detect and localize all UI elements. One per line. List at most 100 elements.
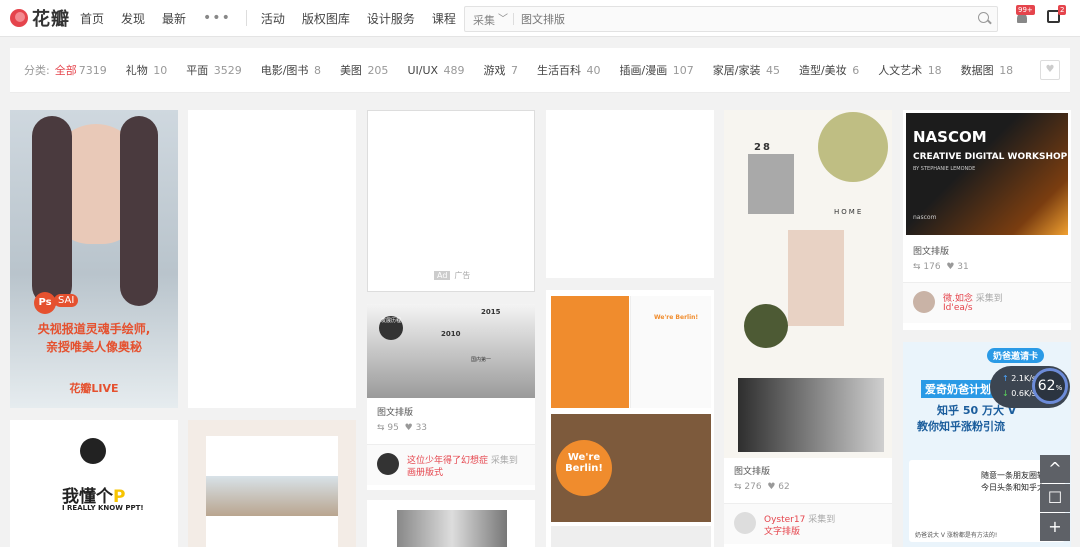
logo-text: 花瓣 [32,9,70,30]
nascom-subtitle: CREATIVE DIGITAL WORKSHOP [913,152,1068,162]
notification-badge: 99+ [1016,5,1035,15]
category-beauty[interactable]: 造型/美妆 6 [799,62,859,78]
category-culture-art[interactable]: 人文艺术 18 [878,62,942,78]
ps-tag: Ps [34,292,56,314]
category-gift[interactable]: 礼物 10 [126,62,168,78]
add-pin-button[interactable]: + [1040,513,1070,541]
beach-photo [206,476,338,516]
search-divider [513,13,514,25]
pin-user-row[interactable]: Oyster17 采集到 文字排版 [724,503,892,544]
category-photo[interactable]: 美图 205 [340,62,389,78]
message-badge: 2 [1058,5,1067,15]
nav-design-service[interactable]: 设计服务 [367,10,415,27]
repin-icon: ⇆ [734,482,742,492]
pin-board-link[interactable]: 文字排版 [764,524,800,537]
category-graphic[interactable]: 平面 3529 [186,62,242,78]
pin-title: 图文排版 [734,467,771,477]
heart-icon: ♥ [946,262,955,272]
invite-line6: 奶爸说大 V 涨粉都是有方法的! [915,532,998,539]
speed-gauge: 62% [1032,368,1068,404]
pin-board-link[interactable]: Id'ea/s [943,303,973,313]
invite-line3: 教你知乎涨粉引流 [917,420,1005,433]
favorite-icon[interactable]: ♥ [1040,60,1060,80]
chat-icon: ☐ [1047,488,1063,507]
pin-card-travel[interactable] [188,420,356,547]
pin-stats: ⇆ 95 ♥ 33 [377,423,428,433]
pin-card-timeline[interactable]: 发展历程 2015 2010 国内第一 图文排版 ⇆ 95 ♥ 33 这位少年得… [367,304,535,490]
pin-stats: ⇆ 276 ♥ 62 [734,482,790,492]
timeline-badge: 发展历程 [379,316,403,340]
invite-line1: 爱奇奶爸计划 [921,380,995,398]
pin-card-blank[interactable] [188,110,356,408]
cartoon-head [80,438,106,464]
nav-discover[interactable]: 发现 [121,10,145,27]
invite-tag: 奶爸邀请卡 [987,348,1045,363]
category-uiux[interactable]: UI/UX 489 [407,64,464,77]
category-illustration[interactable]: 插画/漫画 107 [620,62,694,78]
category-all[interactable]: 全部 7319 [55,62,107,78]
repin-icon: ⇆ [913,262,921,272]
nascom-author: BY STEPHANIE LEMONDE [913,166,976,172]
plus-icon: + [1048,517,1062,536]
more-menu-icon[interactable]: ••• [203,10,231,26]
category-label: 分类: [24,64,50,77]
heart-icon: ♥ [767,482,776,492]
nav-home[interactable]: 首页 [80,10,104,27]
hair-shape-right [120,116,158,306]
category-life[interactable]: 生活百科 40 [537,62,601,78]
category-home[interactable]: 家居/家装 45 [713,62,780,78]
ad-label: Ad 广告 [434,270,470,281]
timeline-caption: 国内第一 [471,357,492,363]
type-image [397,510,507,547]
top-bar: 花瓣 首页 发现 最新 ••• 活动 版权图库 设计服务 课程 美物 采集 ﹀ … [0,0,1080,37]
hair-shape [32,116,72,306]
nav-activity[interactable]: 活动 [261,10,285,27]
search-input[interactable] [519,9,963,29]
category-infographic[interactable]: 数据图 18 [961,62,1014,78]
photo-bw [738,378,884,452]
avatar[interactable] [377,453,399,475]
pin-card-berlin[interactable]: We're Berlin! We're Berlin! [546,290,714,547]
avatar[interactable] [913,291,935,313]
nascom-title: NASCOM [913,128,987,146]
home-word: HOME [834,208,864,216]
ad-line2: 亲授唯美人像奥秘 [45,340,142,354]
category-film-book[interactable]: 电影/图书 8 [261,62,321,78]
nav-latest[interactable]: 最新 [162,10,186,27]
logo-icon [10,9,28,27]
back-to-top-button[interactable]: ^ [1040,455,1070,483]
network-speed-widget[interactable]: ↑ 2.1K/s ↓ 0.6K/s 62% [990,366,1070,408]
download-speed: ↓ 0.6K/s [1002,389,1037,398]
nav-copyright-gallery[interactable]: 版权图库 [302,10,350,27]
berlin-orange-page [551,296,629,408]
ad-card-portrait[interactable]: Ps SAI 央视报道灵魂手绘师, 亲授唯美人像奥秘 花瓣LIVE [10,110,178,408]
nascom-brand: nascom [913,214,937,221]
nav-courses[interactable]: 课程 [432,10,456,27]
ad-brand: 花瓣LIVE [69,382,119,395]
feedback-button[interactable]: ☐ [1040,484,1070,512]
repin-icon: ⇆ [377,423,385,433]
sai-tag: SAI [54,294,79,307]
home-number: 28 [754,142,772,153]
ad-card-blank[interactable]: Ad 广告 [367,110,535,292]
main-nav: 首页 发现 最新 ••• 活动 版权图库 设计服务 课程 美物 [80,0,514,36]
pin-card-home[interactable]: 28 HOME 图文排版 ⇆ 276 ♥ 62 Oyster17 采集到 文字排… [724,110,892,547]
pin-user-row[interactable]: 这位少年得了幻想症 采集到 画册版式 [367,444,535,485]
pin-card-nascom[interactable]: NASCOM CREATIVE DIGITAL WORKSHOP BY STEP… [903,110,1071,330]
pin-user-row[interactable]: 微.如念 采集到 Id'ea/s [903,282,1071,323]
pin-board-link[interactable]: 画册版式 [407,465,443,478]
nav-divider [245,10,247,26]
category-game[interactable]: 游戏 7 [484,62,519,78]
search-category-select[interactable]: 采集 [473,12,495,28]
search-bar: 采集 ﹀ [464,6,998,32]
pin-stats: ⇆ 176 ♥ 31 [913,262,969,272]
pin-card-blank-2[interactable] [546,110,714,278]
photo-woman [748,154,794,214]
search-icon[interactable] [978,12,989,23]
year-2015: 2015 [481,308,501,316]
pin-card-typography[interactable] [367,500,535,547]
logo[interactable]: 花瓣 [10,6,70,30]
pin-card-ppt[interactable]: 我懂个P I REALLY KNOW PPT! [10,420,178,547]
avatar[interactable] [734,512,756,534]
chevron-down-icon[interactable]: ﹀ [498,10,508,25]
